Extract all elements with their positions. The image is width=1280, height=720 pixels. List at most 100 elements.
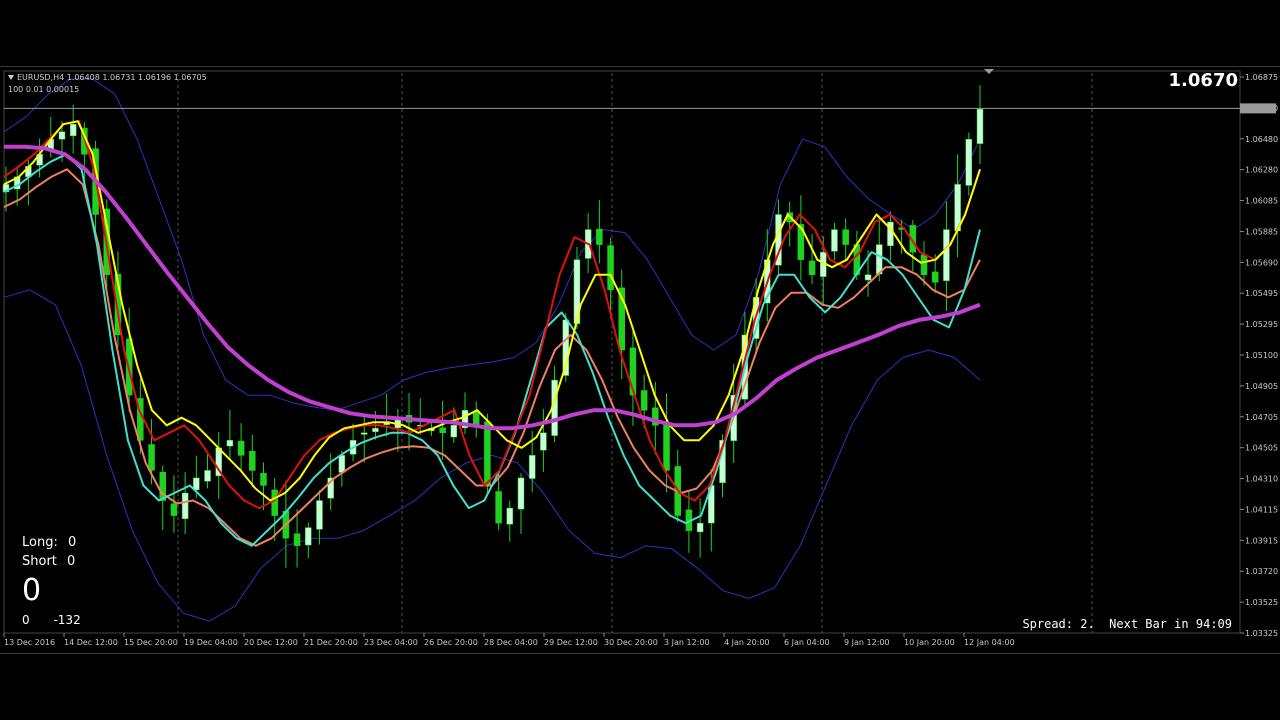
candle-body [517,477,525,510]
time-tick-label: 29 Dec 12:00 [544,638,598,647]
time-tick-label: 12 Jan 04:00 [964,638,1015,647]
price-tick-label: 1.05495 [1245,289,1278,298]
symbol-line: EURUSD,H4 1.06408 1.06731 1.06196 1.0670… [17,73,207,82]
candle-body [965,138,973,186]
candle-body [316,500,323,530]
candle-body [305,527,312,546]
indicator-info: 100 0.01 0.00015 [8,85,80,94]
time-tick-label: 13 Dec 2016 [4,638,55,647]
next-bar-label: Next Bar in [1109,617,1189,631]
time-tick-label: 28 Dec 04:00 [484,638,538,647]
candle-body [495,491,502,524]
ma-fast-line [3,120,981,502]
spread-value: 2. [1080,617,1095,631]
long-value: 0 [67,535,77,550]
candle-body [696,522,704,533]
candle-body [361,432,368,435]
candle-body [472,411,480,426]
price-tick-label: 1.06085 [1245,197,1278,206]
candle-body [528,455,536,479]
candle-body [260,473,267,486]
candle-body [372,428,379,432]
short-row: Short 0 [22,552,76,571]
price-tick-label: 1.06280 [1245,166,1278,175]
short-label: Short [22,554,57,569]
bottom-pair: 0 -132 [22,613,81,627]
candle-body [842,229,849,245]
candle-body [58,131,66,140]
candle-body [596,228,603,245]
short-value: 0 [67,554,76,569]
time-tick-label: 30 Dec 20:00 [604,638,658,647]
candle-body [170,503,178,516]
candle-body [943,229,950,281]
next-bar-value: 94:09 [1195,617,1232,631]
candle-body [226,440,234,447]
time-tick-label: 14 Dec 12:00 [64,638,118,647]
candle-body [271,489,278,516]
time-tick-label: 20 Dec 12:00 [244,638,298,647]
candle-body [181,492,189,520]
candle-body [237,440,245,456]
spread-status: Spread: 2. Next Bar in 94:09 [1022,617,1232,631]
price-tick-label: 1.03720 [1245,567,1278,576]
candle-body [193,477,200,491]
time-tick-label: 9 Jan 12:00 [844,638,890,647]
candle-body [976,108,984,144]
price-tick-label: 1.06875 [1245,73,1278,82]
candle-body [148,444,155,471]
candle-body [249,451,256,471]
candle-body [875,244,883,275]
candle-body [808,260,816,275]
candle-body [540,432,547,451]
price-tick-label: 1.03325 [1245,629,1278,638]
candle-body [864,274,872,281]
chart-window[interactable]: 1.068751.066701.064801.062801.060851.058… [0,66,1280,654]
screen: 1.068751.066701.064801.062801.060851.058… [0,0,1280,720]
position-stats: Long: 0 Short 0 [22,533,76,571]
time-tick-label: 4 Jan 20:00 [724,638,770,647]
ma-slow-line [4,144,981,431]
candle-body [920,254,928,275]
candle-body [607,245,614,291]
time-tick-label: 26 Dec 20:00 [424,638,478,647]
time-tick-label: 10 Jan 20:00 [904,638,955,647]
price-tick-label: 1.05100 [1245,351,1278,360]
collapse-triangle-icon[interactable] [8,75,14,80]
time-tick-label: 6 Jan 04:00 [784,638,830,647]
candle-body [439,427,446,434]
bottom-left-value: 0 [22,613,30,627]
price-tick-label: 1.05690 [1245,258,1278,267]
bid-price: 1.0670 [1168,70,1238,91]
candle-body [293,533,301,546]
candle-body [204,470,211,482]
long-row: Long: 0 [22,533,76,552]
price-tick-label: 1.03915 [1245,536,1278,545]
long-label: Long: [22,535,58,550]
price-chart[interactable]: 1.068751.066701.064801.062801.060851.058… [0,67,1280,653]
time-tick-label: 3 Jan 12:00 [664,638,710,647]
price-tick-label: 1.04115 [1245,505,1278,514]
time-tick-label: 19 Dec 04:00 [184,638,238,647]
price-tick-label: 1.04905 [1245,382,1278,391]
ma-salmon-line [3,168,981,547]
candle-body [931,271,939,283]
candle-body [450,425,458,438]
time-tick-label: 21 Dec 20:00 [304,638,358,647]
price-tick-label: 1.05885 [1245,227,1278,236]
bottom-right-value: -132 [53,613,81,627]
candle-body [640,390,648,411]
symbol-info: EURUSD,H4 1.06408 1.06731 1.06196 1.0670… [8,73,207,82]
candle-body [831,229,838,252]
time-tick-label: 23 Dec 04:00 [364,638,418,647]
candle-body [663,424,670,471]
candle-body [506,507,514,525]
price-tick-label: 1.06480 [1245,135,1278,144]
time-tick-label: 15 Dec 20:00 [124,638,178,647]
price-tick-label: 1.03525 [1245,598,1278,607]
candle-body [484,421,491,486]
current-price-marker [1240,103,1276,114]
price-tick-label: 1.04705 [1245,413,1278,422]
candle-body [69,123,77,137]
price-tick-label: 1.04505 [1245,444,1278,453]
